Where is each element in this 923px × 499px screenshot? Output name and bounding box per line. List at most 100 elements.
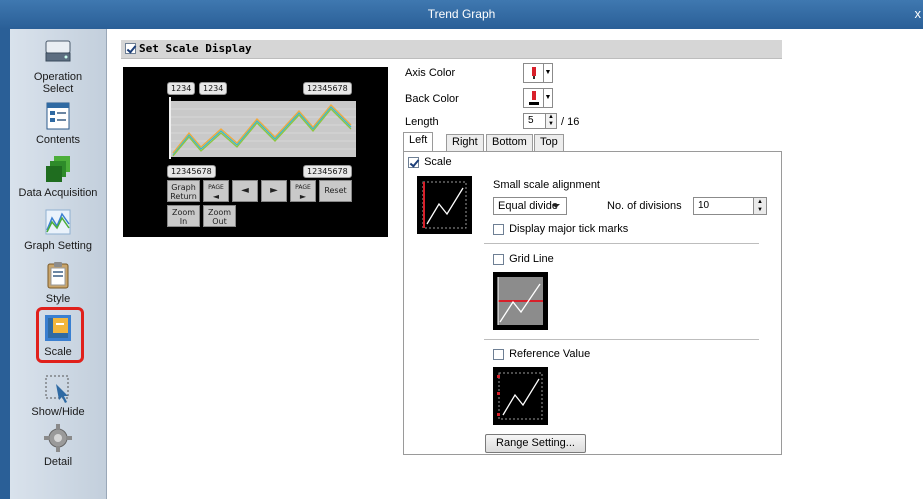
page-left-label: PAGE [208,184,224,191]
graph-return-button[interactable]: Graph Return [167,180,200,202]
scroll-right-button[interactable]: ► [261,180,287,202]
reference-value-label: Reference Value [509,348,591,361]
sidebar-item-label: Detail [43,456,73,468]
zoom-in-line2: In [179,217,188,226]
scale-preview-image [422,181,467,229]
set-scale-display-bar: Set Scale Display [121,40,782,59]
sidebar-item-data-acquisition[interactable]: Data Acquisition [10,153,106,199]
sidebar-item-style[interactable]: Style [10,259,106,305]
window-title: Trend Graph [427,7,496,21]
style-icon [47,262,69,289]
major-tick-checkbox[interactable] [493,223,504,235]
zoom-out-button[interactable]: Zoom Out [203,205,236,227]
preview-left-axis [169,97,171,159]
close-icon[interactable]: x [915,6,922,21]
back-color-picker[interactable]: ▼ [523,88,553,108]
tab-bottom[interactable]: Bottom [486,134,533,151]
sidebar-item-label: Graph Setting [24,240,92,252]
divisions-value: 10 [698,200,710,211]
sidebar-item-operation-select[interactable]: Operation Select [10,37,106,95]
sidebar-item-label: Style [45,293,71,305]
sidebar: Operation Select Contents Data Acquisiti… [10,29,107,499]
reference-value-checkbox[interactable] [493,348,504,360]
preview-graph-area [171,101,356,157]
preview-label-1234-b: 1234 [199,82,228,95]
alignment-dropdown[interactable]: Equal divide [493,197,567,215]
major-tick-label: Display major tick marks [509,223,629,236]
range-setting-button[interactable]: Range Setting... [485,434,586,453]
reference-value-row[interactable]: Reference Value [493,348,590,360]
trend-graph-preview: 1234 1234 12345678 12345678 12345678 Gra… [123,67,388,237]
grid-line-preview-image [497,277,543,325]
reset-button[interactable]: Reset [319,180,352,202]
contents-icon [46,102,70,130]
scale-preview-thumbnail [417,176,472,234]
zoom-out-line1: Zoom [207,208,232,217]
preview-label-bottom-left: 12345678 [167,165,216,178]
sidebar-item-label: Contents [35,134,81,146]
operation-select-icon [45,40,71,62]
preview-label-top-right: 12345678 [303,82,352,95]
length-label: Length [405,116,439,128]
window-left-edge [0,29,10,499]
set-scale-display-label: Set Scale Display [139,42,252,55]
sidebar-item-contents[interactable]: Contents [10,100,106,146]
scale-settings-panel: Scale Small scale alignment Equal divide… [403,151,782,455]
divider [484,339,759,340]
graph-return-line2: Return [170,192,197,201]
sidebar-item-graph-setting[interactable]: Graph Setting [10,206,106,252]
tab-top[interactable]: Top [534,134,564,151]
divisions-stepper[interactable]: 10 ▲ ▼ [693,197,767,215]
grid-line-row[interactable]: Grid Line [493,253,554,265]
page-left-button[interactable]: PAGE ◄ [203,180,229,202]
divisions-label: No. of divisions [607,200,682,212]
small-scale-alignment-label: Small scale alignment [493,179,600,191]
chevron-down-icon: ▼ [543,64,552,82]
reference-value-preview-image [497,372,543,420]
show-hide-icon [45,375,69,403]
page-right-arrow-icon: ► [299,192,307,201]
page-right-button[interactable]: PAGE ► [290,180,316,202]
spin-arrows-icon[interactable]: ▲ ▼ [545,114,556,128]
scale-label: Scale [424,156,452,169]
graph-return-line1: Graph [171,183,196,192]
sidebar-item-label: Data Acquisition [18,187,98,199]
spin-arrows-icon[interactable]: ▲ ▼ [753,198,766,214]
zoom-in-line1: Zoom [171,208,196,217]
sidebar-item-show-hide[interactable]: Show/Hide [10,372,106,418]
gear-icon [44,424,72,452]
preview-label-1234-a: 1234 [167,82,196,95]
length-value: 5 [528,115,534,126]
data-acquisition-icon [46,156,70,182]
back-color-swatch-icon [529,91,539,105]
reference-value-preview-thumbnail [493,367,548,425]
page-right-label: PAGE [295,184,311,191]
page-left-arrow-icon: ◄ [212,192,220,201]
alignment-value: Equal divide [498,200,558,212]
axis-color-picker[interactable]: ▼ [523,63,553,83]
sidebar-item-label: Select [42,83,74,95]
selected-item-highlight [36,307,84,363]
major-tick-row[interactable]: Display major tick marks [493,223,628,235]
chevron-down-icon [552,204,560,208]
divider [484,243,759,244]
back-color-label: Back Color [405,93,459,105]
title-bar: Trend Graph x [0,0,923,29]
zoom-in-button[interactable]: Zoom In [167,205,200,227]
tab-left[interactable]: Left [403,132,434,151]
length-stepper[interactable]: 5 ▲ ▼ [523,113,557,129]
sidebar-item-label: Show/Hide [31,406,85,418]
sidebar-item-detail[interactable]: Detail [10,422,106,468]
scale-checkbox[interactable] [408,156,419,168]
tab-right[interactable]: Right [446,134,484,151]
set-scale-display-checkbox-row[interactable]: Set Scale Display [125,42,252,55]
grid-line-preview-thumbnail [493,272,548,330]
zoom-out-line2: Out [212,217,227,226]
scale-checkbox-row[interactable]: Scale [408,156,452,168]
axis-color-swatch-icon [532,67,536,79]
chevron-down-icon: ▼ [543,89,552,107]
grid-line-checkbox[interactable] [493,253,504,265]
scroll-left-button[interactable]: ◄ [232,180,258,202]
set-scale-display-checkbox[interactable] [125,43,136,54]
grid-line-label: Grid Line [509,253,554,266]
